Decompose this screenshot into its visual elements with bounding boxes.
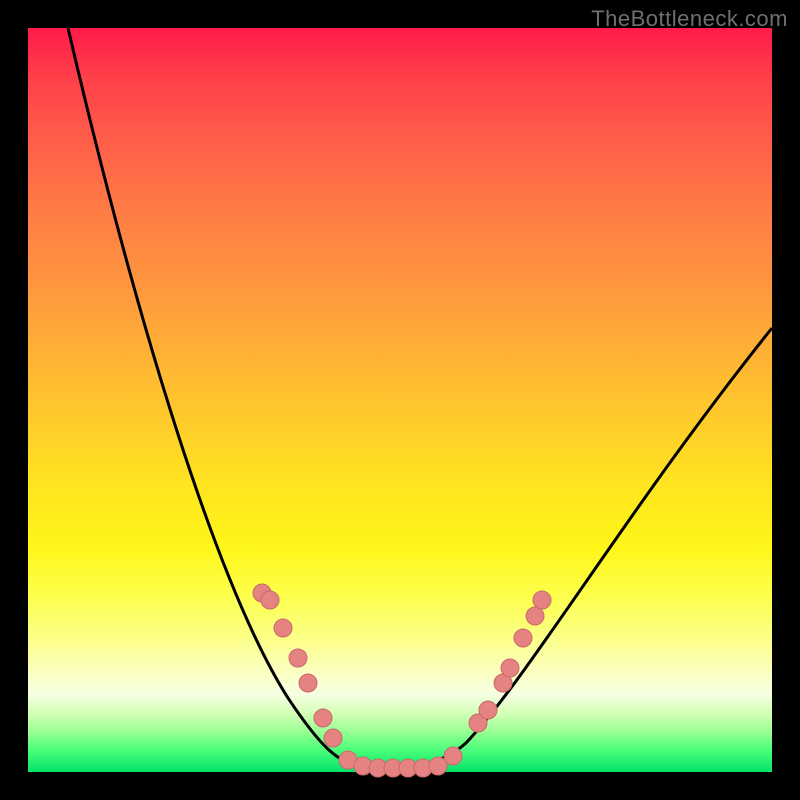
curve-marker [479, 701, 497, 719]
curve-marker [501, 659, 519, 677]
curve-marker [299, 674, 317, 692]
bottleneck-curve [68, 28, 772, 769]
gradient-plot-area [28, 28, 772, 772]
curve-marker [274, 619, 292, 637]
curve-marker [261, 591, 279, 609]
bottleneck-chart-svg [28, 28, 772, 772]
outer-frame: TheBottleneck.com [0, 0, 800, 800]
curve-marker [314, 709, 332, 727]
curve-marker [444, 747, 462, 765]
curve-marker [289, 649, 307, 667]
curve-marker [514, 629, 532, 647]
marker-group [253, 584, 551, 777]
watermark-text: TheBottleneck.com [591, 6, 788, 32]
curve-marker [324, 729, 342, 747]
curve-marker [526, 607, 544, 625]
curve-marker [533, 591, 551, 609]
